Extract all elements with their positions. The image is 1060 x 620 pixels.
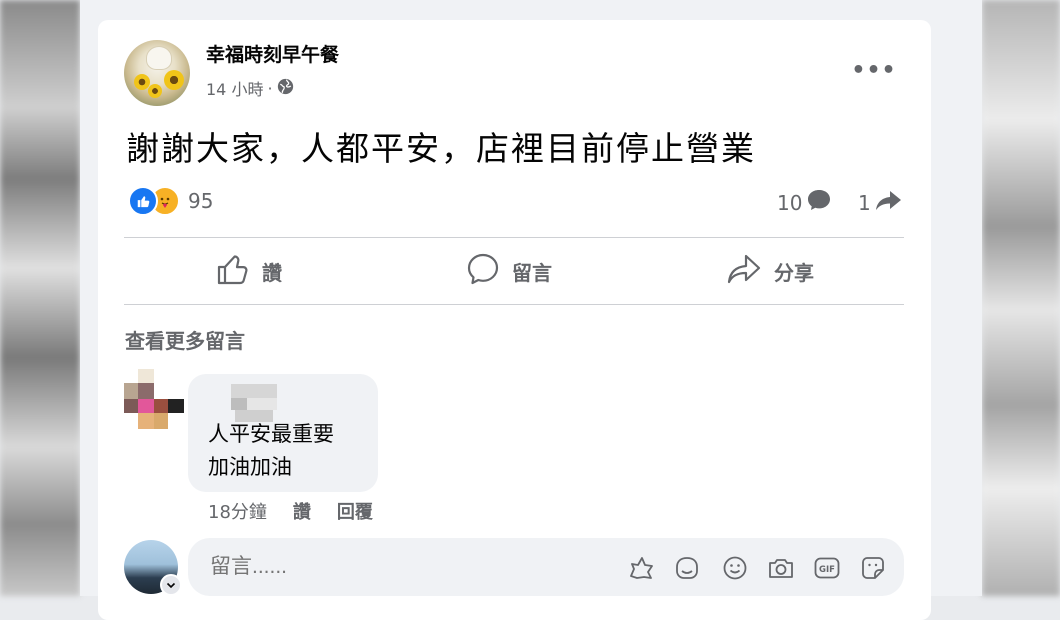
pixel-block bbox=[124, 383, 138, 399]
divider bbox=[124, 237, 904, 238]
pixel-block bbox=[154, 399, 168, 413]
post-text: 謝謝大家，人都平安，店裡目前停止營業 bbox=[126, 129, 756, 168]
comment-count-value: 10 bbox=[777, 190, 803, 215]
comment-time[interactable]: 18分鐘 bbox=[208, 498, 267, 524]
reaction-count: 95 bbox=[188, 189, 214, 213]
more-options-button[interactable]: ••• bbox=[851, 55, 895, 85]
share-arrow-filled-icon bbox=[875, 188, 903, 217]
flower-decoration bbox=[164, 70, 184, 90]
blurred-background-left bbox=[0, 0, 80, 596]
thumbs-up-icon bbox=[216, 252, 250, 291]
pixel-block bbox=[138, 369, 154, 383]
comment-input[interactable] bbox=[208, 554, 592, 580]
avatar-sticker-icon[interactable] bbox=[626, 553, 656, 583]
post-meta: 14 小時 · bbox=[206, 76, 294, 100]
share-button[interactable]: 分享 bbox=[726, 252, 814, 290]
comment-reply-button[interactable]: 回覆 bbox=[337, 498, 373, 524]
like-button[interactable]: 讚 bbox=[216, 252, 282, 290]
page-avatar[interactable] bbox=[124, 40, 190, 106]
pixel-block bbox=[231, 398, 247, 410]
share-count-value: 1 bbox=[858, 190, 871, 215]
comment-button-label: 留言 bbox=[512, 260, 552, 285]
reactions-summary[interactable]: 95 bbox=[128, 186, 213, 216]
comment-actions: 18分鐘 讚 回覆 bbox=[208, 498, 373, 524]
pixel-block bbox=[138, 399, 154, 413]
share-arrow-icon bbox=[726, 252, 762, 291]
flower-decoration bbox=[148, 84, 162, 98]
globe-icon bbox=[277, 78, 294, 99]
svg-text:GIF: GIF bbox=[819, 565, 835, 575]
commenter-avatar[interactable] bbox=[124, 369, 186, 431]
emoji-icon[interactable] bbox=[720, 553, 750, 583]
mascot-head bbox=[146, 46, 172, 70]
like-button-label: 讚 bbox=[262, 260, 282, 285]
post-card bbox=[98, 20, 931, 620]
gif-icon[interactable]: GIF bbox=[812, 553, 842, 583]
comment-text-line: 加油加油 bbox=[208, 455, 292, 479]
user-avatar[interactable] bbox=[124, 540, 182, 596]
share-button-label: 分享 bbox=[774, 260, 814, 285]
comment-like-button[interactable]: 讚 bbox=[293, 498, 311, 524]
sticker-icon[interactable] bbox=[672, 553, 702, 583]
pixel-block bbox=[231, 384, 277, 398]
share-count[interactable]: 1 bbox=[858, 188, 903, 217]
comment-bubble-icon bbox=[806, 188, 832, 217]
chevron-down-icon[interactable] bbox=[160, 574, 182, 596]
pixel-block bbox=[154, 413, 168, 429]
pixel-block bbox=[138, 383, 154, 399]
camera-icon[interactable] bbox=[766, 553, 796, 583]
pixel-block bbox=[124, 399, 138, 413]
comment-icon bbox=[466, 252, 500, 291]
pixel-block bbox=[247, 398, 277, 410]
meta-separator: · bbox=[267, 78, 273, 98]
comment-button[interactable]: 留言 bbox=[466, 252, 552, 290]
see-more-comments-link[interactable]: 查看更多留言 bbox=[125, 325, 245, 354]
pixel-block bbox=[168, 399, 184, 413]
divider bbox=[124, 304, 904, 305]
pixel-block bbox=[138, 413, 154, 429]
post-time[interactable]: 14 小時 bbox=[206, 76, 263, 100]
page-name[interactable]: 幸福時刻早午餐 bbox=[206, 40, 339, 67]
sticker-smile-icon[interactable] bbox=[858, 553, 888, 583]
like-reaction-icon bbox=[128, 186, 158, 216]
comment-count[interactable]: 10 bbox=[777, 188, 832, 217]
blurred-background-right bbox=[982, 0, 1060, 596]
comment-text-line: 人平安最重要 bbox=[208, 422, 334, 446]
